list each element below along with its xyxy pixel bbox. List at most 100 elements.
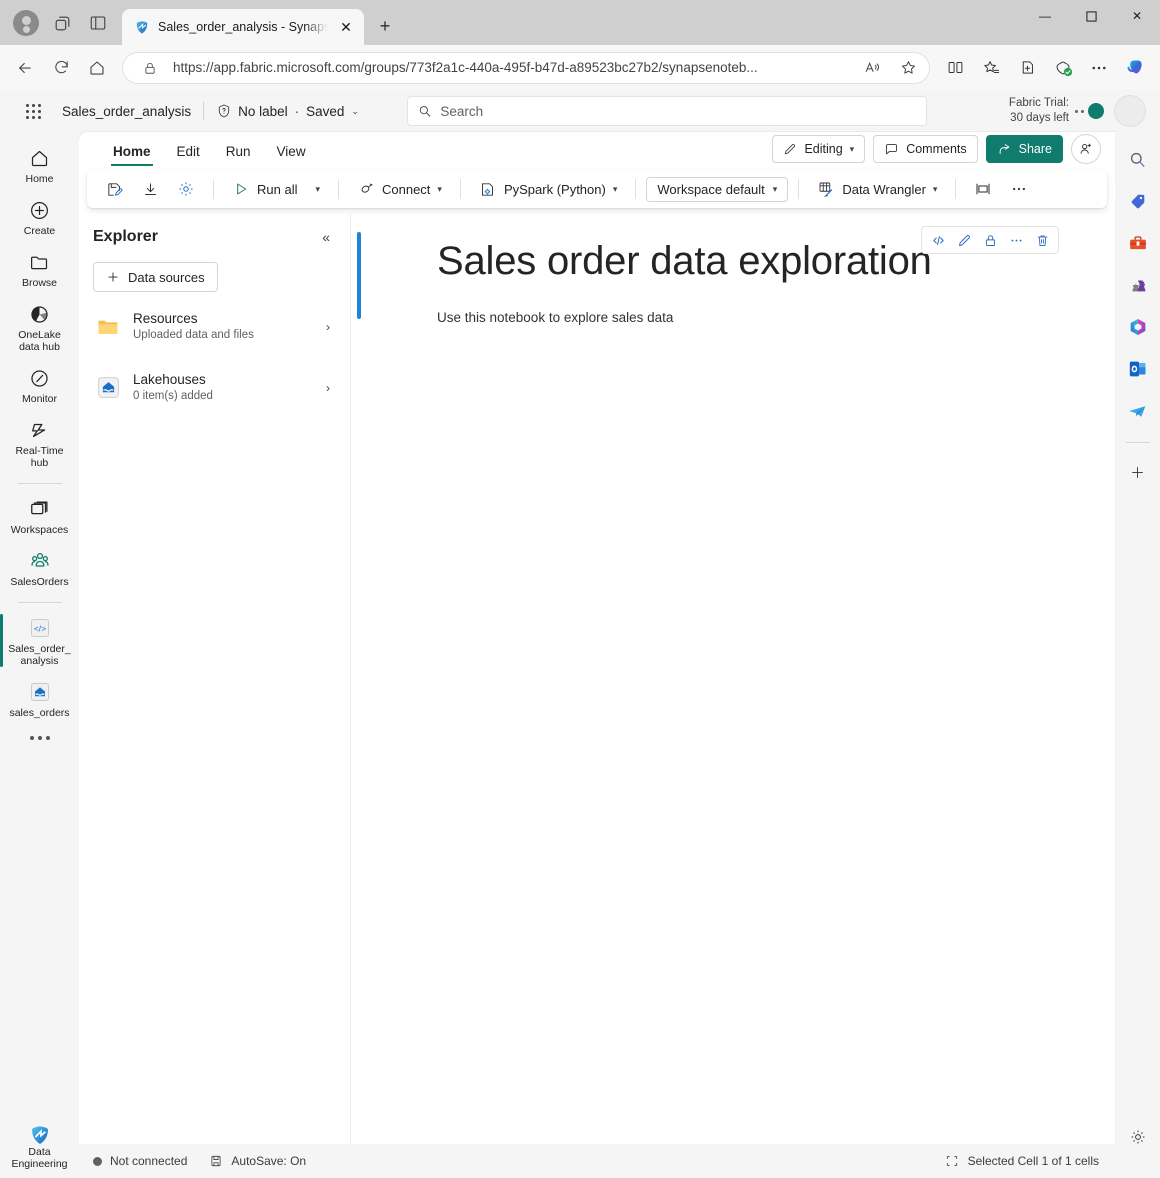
more-icon[interactable] bbox=[1082, 51, 1116, 85]
sidebar-item-real-time-hub[interactable]: Real-Time hub bbox=[6, 412, 74, 473]
sidebar-item-onelake-data-hub[interactable]: OneLake data hub bbox=[6, 296, 74, 357]
close-button[interactable]: ✕ bbox=[1114, 0, 1160, 32]
status-badge bbox=[1088, 103, 1104, 119]
sidebar-item-sales-order-analysis[interactable]: </> Sales_order_analysis bbox=[0, 610, 74, 671]
chevron-down-icon: ▾ bbox=[772, 183, 778, 194]
lock-icon bbox=[137, 55, 163, 81]
run-all-chevron[interactable]: ▾ bbox=[307, 179, 328, 200]
gear-icon bbox=[1131, 1130, 1144, 1144]
chevron-right-icon[interactable]: › bbox=[326, 320, 334, 334]
collections-icon[interactable] bbox=[974, 51, 1008, 85]
divider bbox=[213, 179, 214, 199]
chess-icon[interactable] bbox=[1123, 270, 1153, 300]
add-app-button[interactable] bbox=[1123, 457, 1153, 487]
tab-home[interactable]: Home bbox=[101, 140, 163, 166]
autosave-status[interactable]: AutoSave: On bbox=[209, 1154, 306, 1168]
sidebar-item-sales-orders[interactable]: sales_orders bbox=[6, 674, 74, 723]
tab-run[interactable]: Run bbox=[214, 140, 263, 166]
notebook-cell[interactable]: Sales order data exploration Use this no… bbox=[351, 220, 1115, 335]
explorer-item-resources[interactable]: Resources Uploaded data and files › bbox=[93, 300, 336, 353]
browser-tab[interactable]: Sales_order_analysis - Synapse D ✕ bbox=[122, 9, 364, 45]
lock-icon[interactable] bbox=[978, 228, 1002, 252]
avatar[interactable] bbox=[1114, 95, 1146, 127]
back-icon[interactable] bbox=[8, 51, 42, 85]
new-tab-button[interactable]: + bbox=[370, 11, 400, 41]
more-icon[interactable] bbox=[29, 736, 50, 740]
save-icon bbox=[105, 180, 123, 198]
browser-essentials-icon[interactable] bbox=[1010, 51, 1044, 85]
overflow-button[interactable] bbox=[1002, 175, 1036, 203]
run-all-label: Run all bbox=[257, 181, 298, 197]
divider bbox=[798, 179, 800, 199]
explorer-item-text: Resources Uploaded data and files bbox=[133, 310, 314, 343]
chevron-down-icon[interactable]: ⌄ bbox=[351, 106, 359, 117]
microsoft365-icon[interactable] bbox=[1123, 312, 1153, 342]
settings-button[interactable] bbox=[1123, 1122, 1153, 1152]
telegram-icon[interactable] bbox=[1123, 396, 1153, 426]
favorite-star-icon[interactable] bbox=[895, 55, 921, 81]
tab-view[interactable]: View bbox=[265, 140, 318, 166]
explorer-item-lakehouses[interactable]: Lakehouses 0 item(s) added › bbox=[93, 361, 336, 414]
layout-button[interactable] bbox=[966, 175, 1000, 203]
tab-actions-icon[interactable] bbox=[80, 5, 116, 41]
data-sources-button[interactable]: Data sources bbox=[93, 262, 218, 292]
read-aloud-icon[interactable] bbox=[859, 55, 885, 81]
sidebar-item-workspaces[interactable]: Workspaces bbox=[6, 491, 74, 540]
sidebar-item-home[interactable]: Home bbox=[6, 140, 74, 189]
outlook-icon[interactable] bbox=[1123, 354, 1153, 384]
sidebar-item-create[interactable]: Create bbox=[6, 192, 74, 241]
search-icon[interactable] bbox=[1123, 144, 1153, 174]
edit-icon[interactable] bbox=[952, 228, 976, 252]
share-icon bbox=[999, 143, 1009, 154]
language-button[interactable]: PySpark (Python) ▾ bbox=[471, 175, 625, 203]
tab-edit[interactable]: Edit bbox=[165, 140, 212, 166]
address-bar[interactable]: https://app.fabric.microsoft.com/groups/… bbox=[122, 51, 930, 84]
app-launcher-icon[interactable] bbox=[18, 96, 48, 126]
delete-icon[interactable] bbox=[1030, 228, 1054, 252]
toolbox-icon[interactable] bbox=[1123, 228, 1153, 258]
reload-icon[interactable] bbox=[44, 51, 78, 85]
sidebar-item-browse[interactable]: Browse bbox=[6, 244, 74, 293]
page-title: Sales_order_analysis bbox=[62, 103, 192, 119]
monitor-icon bbox=[28, 366, 52, 390]
collapse-panel-button[interactable]: « bbox=[316, 226, 336, 248]
connection-status[interactable]: Not connected bbox=[93, 1154, 187, 1168]
chevron-right-icon[interactable]: › bbox=[326, 381, 334, 395]
download-button[interactable] bbox=[133, 175, 167, 203]
fabric-app: Sales_order_analysis No label · Saved ⌄ … bbox=[0, 90, 1160, 1178]
share-button[interactable]: Share bbox=[985, 135, 1063, 163]
close-icon[interactable]: ✕ bbox=[336, 17, 356, 37]
save-button[interactable] bbox=[97, 175, 131, 203]
folder-yellow-icon bbox=[95, 314, 121, 340]
convert-to-code-icon[interactable] bbox=[926, 228, 950, 252]
data-wrangler-button[interactable]: Data Wrangler ▾ bbox=[809, 175, 945, 203]
search-input[interactable] bbox=[440, 103, 916, 119]
run-all-button[interactable]: Run all bbox=[224, 175, 305, 203]
environment-select[interactable]: Workspace default ▾ bbox=[646, 176, 789, 202]
tag-icon[interactable] bbox=[1123, 186, 1153, 216]
minimize-button[interactable]: — bbox=[1022, 0, 1068, 32]
search-box[interactable] bbox=[406, 96, 927, 126]
selection-status[interactable]: Selected Cell 1 of 1 cells bbox=[945, 1154, 1109, 1168]
sidebar-item-label: Home bbox=[25, 173, 54, 185]
connect-button[interactable]: Connect ▾ bbox=[349, 175, 450, 203]
cell-selection-bar bbox=[357, 232, 361, 319]
maximize-button[interactable] bbox=[1068, 0, 1114, 32]
split-screen-icon[interactable] bbox=[938, 51, 972, 85]
more-icon[interactable] bbox=[1004, 228, 1028, 252]
sidebar-item-salesorders[interactable]: SalesOrders bbox=[6, 543, 74, 592]
sensitivity-label-button[interactable]: No label bbox=[216, 103, 288, 119]
home-icon[interactable] bbox=[80, 51, 114, 85]
workload-switcher[interactable]: Data Engineering bbox=[0, 1122, 79, 1170]
sidebar-item-monitor[interactable]: Monitor bbox=[6, 360, 74, 409]
editing-mode-button[interactable]: Editing ▾ bbox=[772, 135, 866, 163]
person-add-icon[interactable] bbox=[1071, 134, 1101, 164]
sidebar-item-label: Real-Time hub bbox=[15, 445, 64, 469]
comments-button[interactable]: Comments bbox=[873, 135, 978, 163]
shield-check-icon[interactable] bbox=[1046, 51, 1080, 85]
profile-icon[interactable] bbox=[8, 5, 44, 41]
workspaces-icon[interactable] bbox=[44, 5, 80, 41]
copilot-icon[interactable] bbox=[1118, 51, 1152, 85]
plus-icon bbox=[108, 272, 118, 282]
settings-button[interactable] bbox=[169, 175, 203, 203]
